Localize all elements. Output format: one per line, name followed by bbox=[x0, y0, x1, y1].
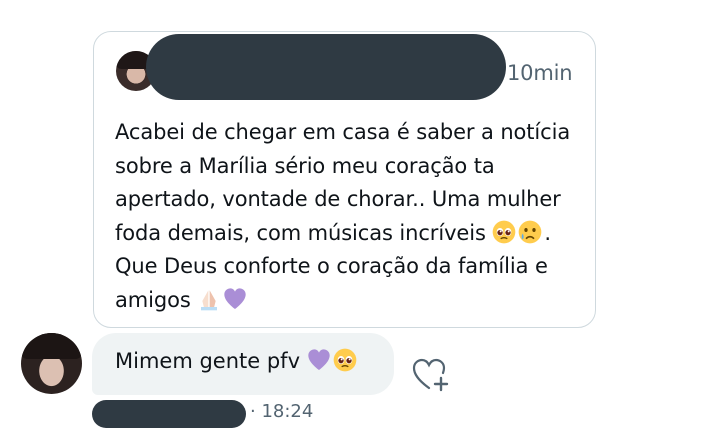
pleading-face-icon bbox=[493, 220, 516, 243]
purple-heart-icon bbox=[308, 349, 330, 370]
folded-hands-icon bbox=[201, 289, 218, 310]
message-timestamp: · 18:24 bbox=[250, 401, 314, 422]
crying-face-icon bbox=[519, 220, 542, 243]
redacted-author-name bbox=[146, 34, 506, 100]
purple-heart-icon bbox=[224, 287, 246, 309]
quoted-tweet-card[interactable]: 10min Acabei de chegar em casa é saber a… bbox=[93, 31, 596, 328]
message-text-content: Mimem gente pfv bbox=[115, 349, 307, 373]
quoted-tweet-time: 10min bbox=[507, 61, 573, 85]
message-text: Mimem gente pfv bbox=[115, 348, 359, 373]
message-bubble[interactable]: Mimem gente pfv bbox=[92, 333, 394, 395]
redacted-sender-name bbox=[92, 400, 246, 428]
reply-author-avatar[interactable] bbox=[21, 333, 82, 394]
heart-plus-icon bbox=[412, 358, 449, 392]
quoted-tweet-text: Acabei de chegar em casa é saber a notíc… bbox=[115, 116, 585, 317]
pleading-face-icon bbox=[333, 348, 357, 372]
add-reaction-button[interactable] bbox=[411, 356, 451, 392]
avatar-hair bbox=[21, 333, 82, 359]
